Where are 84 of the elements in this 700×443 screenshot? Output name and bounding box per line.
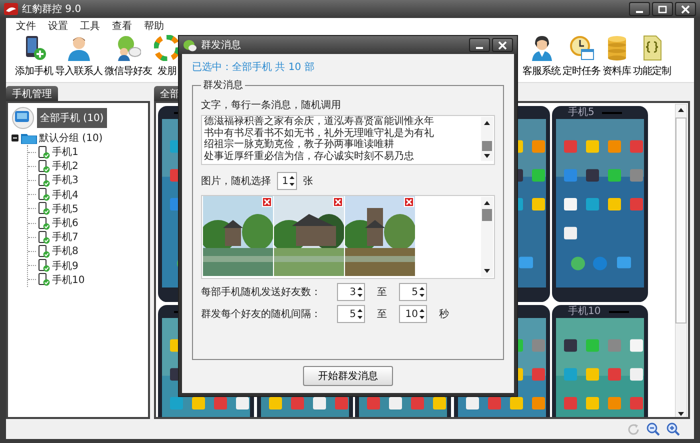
phone-check-icon xyxy=(38,244,50,258)
tree-item[interactable]: 手机5 xyxy=(52,202,78,216)
tree-item[interactable]: 手机8 xyxy=(52,244,78,258)
close-icon xyxy=(498,40,507,50)
tree-item[interactable]: 手机10 xyxy=(52,272,85,287)
phone-check-icon xyxy=(38,216,50,230)
tree-item[interactable]: 默认分组 (10) xyxy=(39,131,103,145)
tree-item[interactable]: 手机2 xyxy=(52,159,78,174)
image-count-spinner[interactable]: 1 xyxy=(277,172,297,190)
range-label: 至 xyxy=(376,286,388,299)
number-spinner[interactable]: 10 xyxy=(399,305,427,323)
selection-info: 已选中：全部手机 共 10 部 xyxy=(192,60,316,74)
minimize-button[interactable] xyxy=(469,38,490,52)
toolbar-button[interactable]: 功能定制 xyxy=(632,33,672,82)
chat-person-icon xyxy=(115,35,142,61)
phone-check-icon xyxy=(38,174,50,187)
minimize-button[interactable] xyxy=(629,2,650,16)
collapse-toggle-icon[interactable] xyxy=(11,134,19,142)
friends-count-label: 每部手机随机发送好友数： xyxy=(201,286,322,299)
toolbar-button[interactable]: 微信导好友 xyxy=(104,33,153,82)
leopard-logo-icon xyxy=(4,3,18,15)
color-ring-icon xyxy=(154,35,180,61)
toolbar-button[interactable]: 添加手机 xyxy=(14,33,54,82)
unit-label: 秒 xyxy=(438,308,450,321)
tree-item[interactable]: 手机1 xyxy=(52,145,78,160)
tree-item[interactable]: 手机7 xyxy=(52,230,78,244)
text-label: 文字，每行一条消息，随机调用 xyxy=(201,98,342,112)
tree-item[interactable]: 手机4 xyxy=(52,188,78,202)
phone-frame[interactable]: 手机10 xyxy=(552,305,648,417)
window-title: 红豹群控 9.0 xyxy=(22,3,82,16)
phone-check-icon xyxy=(38,273,50,286)
menu-item[interactable]: 文件 xyxy=(16,19,36,33)
delete-button[interactable] xyxy=(262,197,272,207)
phone-check-icon xyxy=(38,188,50,202)
number-spinner[interactable]: 3 xyxy=(337,283,365,301)
phone-frame[interactable]: 手机5 xyxy=(552,106,648,302)
interval-label: 群发每个好友的随机间隔： xyxy=(201,308,322,321)
phones-icon xyxy=(11,107,35,129)
toolbar-button[interactable]: 客服系统 xyxy=(522,33,562,82)
range-label: 至 xyxy=(376,308,388,321)
tree-item[interactable]: 手机3 xyxy=(52,173,78,188)
scrollbar[interactable] xyxy=(481,197,493,277)
menu-item[interactable]: 设置 xyxy=(48,19,68,33)
unit-label: 张 xyxy=(303,174,313,188)
toolbar-button[interactable]: 发朋 xyxy=(153,33,181,82)
tree-item[interactable]: 手机9 xyxy=(52,258,78,273)
phone-check-icon xyxy=(38,230,50,244)
toolbar-button[interactable]: 导入联系人 xyxy=(54,33,104,82)
delete-button[interactable] xyxy=(333,197,343,207)
menu-item[interactable]: 帮助 xyxy=(144,19,164,33)
number-spinner[interactable]: 5 xyxy=(399,283,427,301)
scrollbar[interactable] xyxy=(481,117,493,161)
toolbar-button[interactable]: 定时任务 xyxy=(562,33,602,82)
person-icon xyxy=(66,35,92,61)
scrollbar[interactable] xyxy=(675,104,687,417)
folder-icon xyxy=(21,132,37,144)
phone-check-icon xyxy=(38,146,50,159)
chat-icon xyxy=(183,38,197,52)
close-icon xyxy=(681,4,690,14)
close-button[interactable] xyxy=(675,2,696,16)
toolbar-button[interactable]: 资料库 xyxy=(602,33,632,82)
number-spinner[interactable]: 5 xyxy=(337,305,365,323)
phone-check-icon xyxy=(38,259,50,272)
phone-check-icon xyxy=(38,202,50,216)
group-title: 群发消息 xyxy=(202,78,244,92)
menu-item[interactable]: 工具 xyxy=(80,19,100,33)
minimize-icon xyxy=(476,46,483,48)
start-button[interactable]: 开始群发消息 xyxy=(303,366,393,386)
zoom-in-icon[interactable] xyxy=(666,422,680,436)
image-label: 图片，随机选择 xyxy=(201,174,271,188)
phone-label: 手机5 xyxy=(568,108,594,118)
menu-item[interactable]: 查看 xyxy=(112,19,132,33)
phone-label: 手机10 xyxy=(568,307,601,317)
tree-item[interactable]: 手机6 xyxy=(52,216,78,230)
zoom-out-icon[interactable] xyxy=(646,422,660,436)
panel-tab[interactable]: 手机管理 xyxy=(6,86,58,101)
phone-check-icon xyxy=(38,160,50,173)
delete-button[interactable] xyxy=(404,197,414,207)
dialog-title: 群发消息 xyxy=(201,38,241,52)
minimize-icon xyxy=(636,10,643,12)
tree-item[interactable]: 全部手机 (10) xyxy=(37,108,107,128)
maximize-button[interactable] xyxy=(652,2,673,16)
close-button[interactable] xyxy=(492,38,513,52)
maximize-icon xyxy=(658,4,667,14)
